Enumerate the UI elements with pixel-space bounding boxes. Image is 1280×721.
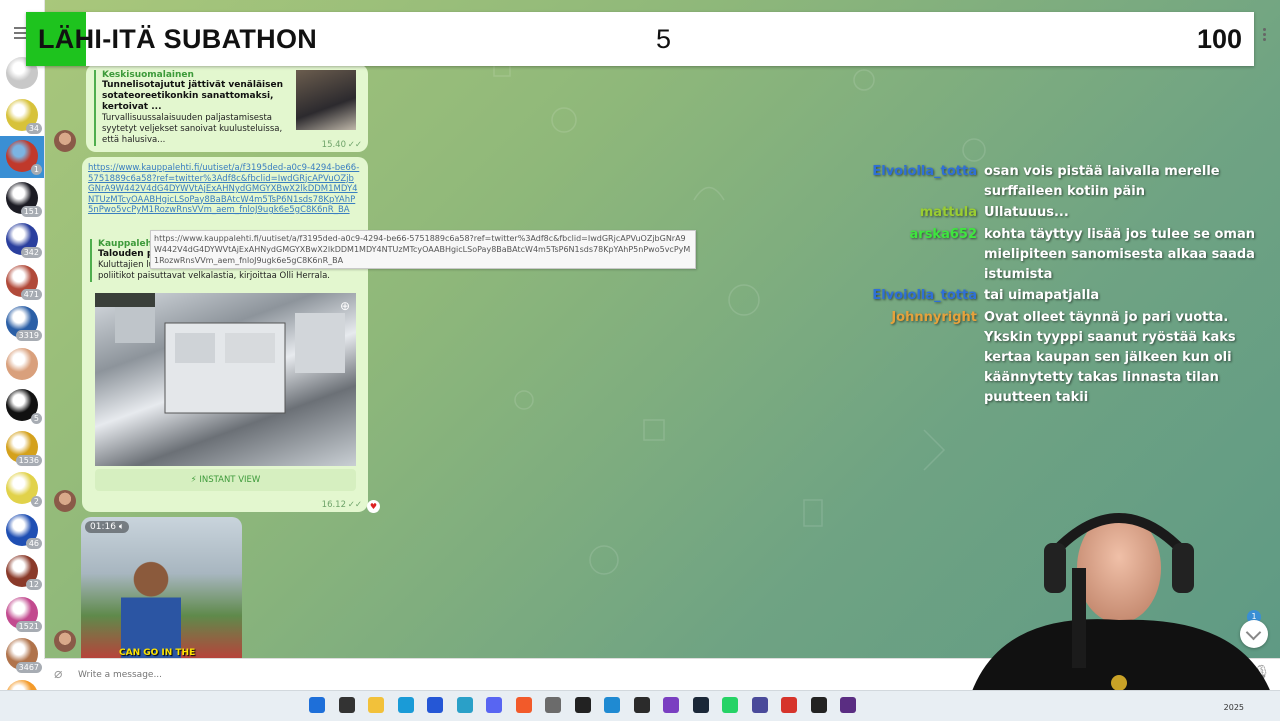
brave-icon[interactable]	[515, 697, 532, 713]
chat-avatar-chat[interactable]: 1521	[6, 596, 42, 632]
unread-count-badge: 151	[20, 205, 42, 217]
scroll-down-button[interactable]	[1240, 620, 1268, 648]
message-input[interactable]	[76, 665, 640, 685]
message-link[interactable]: https://www.kauppalehti.fi/uutiset/a/f31…	[88, 163, 360, 235]
message-time: 15.40	[321, 140, 346, 150]
task-view-icon[interactable]	[338, 697, 355, 713]
zoom-icon[interactable]: ⊕	[340, 299, 350, 313]
chat-avatar-chat[interactable]: 5	[6, 389, 42, 424]
chevron-down-icon	[1245, 624, 1262, 641]
avatar[interactable]	[54, 130, 76, 152]
unread-count-badge: 34	[25, 122, 42, 134]
avatar[interactable]	[54, 630, 76, 652]
obs-icon[interactable]	[633, 697, 650, 713]
chat-avatar-chat[interactable]: 3319	[6, 306, 42, 341]
terminal-icon[interactable]	[574, 697, 591, 713]
chat-avatar-chat[interactable]: 34	[6, 98, 42, 134]
unread-count-badge: 2	[30, 496, 42, 507]
unread-count-badge: 5	[30, 413, 42, 424]
preview-title: Tunnelisotajutut jättivät venäläisen sot…	[102, 80, 283, 112]
app-icon[interactable]	[840, 697, 856, 713]
vscode-icon[interactable]	[604, 697, 620, 713]
read-check-icon: ✓✓	[347, 140, 362, 150]
store-icon[interactable]	[427, 697, 443, 713]
video-duration: 01:16 🔈︎	[85, 521, 130, 533]
chat-avatar-chat[interactable]: 2	[6, 472, 42, 507]
unread-count-badge: 3319	[15, 330, 42, 341]
video-person	[121, 557, 181, 658]
link-preview[interactable]: Keskisuomalainen Tunnelisotajutut jättiv…	[94, 70, 298, 146]
chat-avatar-chat[interactable]: 1	[6, 140, 42, 175]
chat-message-text: kohta täyttyy lisää jos tulee se oman mi…	[984, 227, 1256, 282]
preview-text: Turvallisuussalaisuuden paljastamisesta …	[102, 113, 283, 145]
streamer-webcam	[964, 513, 1279, 720]
app-icon[interactable]	[810, 697, 827, 713]
read-check-icon: ✓✓	[347, 500, 362, 510]
notepad-icon[interactable]	[545, 697, 561, 713]
muted-icon[interactable]: 🔈︎	[119, 522, 124, 532]
unread-count-badge: 1536	[15, 454, 42, 466]
message-bubble[interactable]: https://www.kauppalehti.fi/uutiset/a/f31…	[82, 157, 368, 512]
unread-count-badge: 342	[20, 247, 42, 258]
chat-username: Elvoiolla_totta	[872, 288, 977, 303]
unread-count-badge: 1521	[15, 620, 42, 632]
chat-avatar-chat[interactable]: 471	[6, 264, 42, 300]
chat-avatar-chat[interactable]: 12	[6, 555, 42, 590]
unread-count-badge: 46	[25, 537, 42, 549]
banner-counter: 5	[656, 24, 672, 54]
preview-thumbnail[interactable]	[296, 70, 356, 130]
attach-icon[interactable]: ⌀	[54, 666, 62, 682]
banner-goal: 100	[1196, 24, 1242, 54]
snipping-tool-icon[interactable]	[456, 697, 473, 713]
edge-icon[interactable]	[397, 697, 414, 713]
chat-avatar-chat[interactable]: 151	[6, 181, 42, 217]
subathon-banner: LÄHI-ITÄ SUBATHON 5 100	[26, 12, 1254, 66]
preview-image[interactable]: ⊕	[95, 293, 356, 466]
unread-count-badge: 12	[25, 579, 42, 590]
chat-message-text: Ullatuuus...	[984, 205, 1069, 220]
video-message[interactable]: 01:16 🔈︎ CAN GO IN THE	[81, 517, 242, 658]
save-icon[interactable]	[751, 697, 768, 713]
visual-studio-icon[interactable]	[663, 697, 679, 713]
heart-reaction-icon[interactable]: ♥	[367, 500, 380, 513]
chat-message-text: Ovat olleet täynnä jo pari vuotta. Ykski…	[984, 310, 1236, 405]
unread-count-badge: 1	[30, 164, 42, 175]
unread-count-badge: 3467	[15, 662, 42, 673]
chat-username: mattula	[919, 205, 977, 220]
file-explorer-icon[interactable]	[368, 697, 384, 713]
message-time: 16.12	[321, 500, 346, 510]
chat-username: Johnnyright	[891, 310, 977, 325]
discord-icon[interactable]	[486, 697, 502, 713]
webcam-overlay	[944, 488, 1280, 720]
video-caption: CAN GO IN THE	[119, 648, 196, 658]
chat-username: arska652	[909, 227, 977, 242]
more-options-icon[interactable]	[1263, 28, 1266, 43]
chat-avatar-chat[interactable]: 1536	[6, 430, 42, 466]
chat-avatar-chat[interactable]: 3467	[6, 638, 42, 673]
clock-year: 2025	[1223, 703, 1244, 712]
chat-message-text: osan vois pistää laivalla merelle surffa…	[984, 164, 1220, 199]
unread-count-badge: 471	[20, 288, 42, 300]
avatar[interactable]	[54, 490, 76, 512]
windows-start-icon[interactable]	[309, 697, 325, 713]
app-icon[interactable]	[781, 697, 797, 713]
whatsapp-icon[interactable]	[722, 697, 738, 713]
banner-title: LÄHI-ITÄ SUBATHON	[38, 24, 318, 54]
link-tooltip: https://www.kauppalehti.fi/uutiset/a/f31…	[150, 230, 696, 269]
instant-view-button[interactable]: ⚡ INSTANT VIEW	[95, 469, 356, 491]
preview-source: Keskisuomalainen	[102, 70, 194, 80]
chat-avatar-chat[interactable]: 46	[6, 513, 42, 549]
chat-username: Elvoiolla_totta	[872, 164, 977, 179]
chat-avatar-chat[interactable]: 342	[6, 223, 42, 258]
chat-avatar-chat[interactable]	[6, 347, 38, 380]
message-bubble[interactable]: Keskisuomalainen Tunnelisotajutut jättiv…	[86, 64, 368, 152]
chat-message-text: tai uimapatjalla	[984, 288, 1100, 303]
steam-icon[interactable]	[692, 697, 709, 713]
aerial-buildings-illustration	[95, 293, 345, 414]
